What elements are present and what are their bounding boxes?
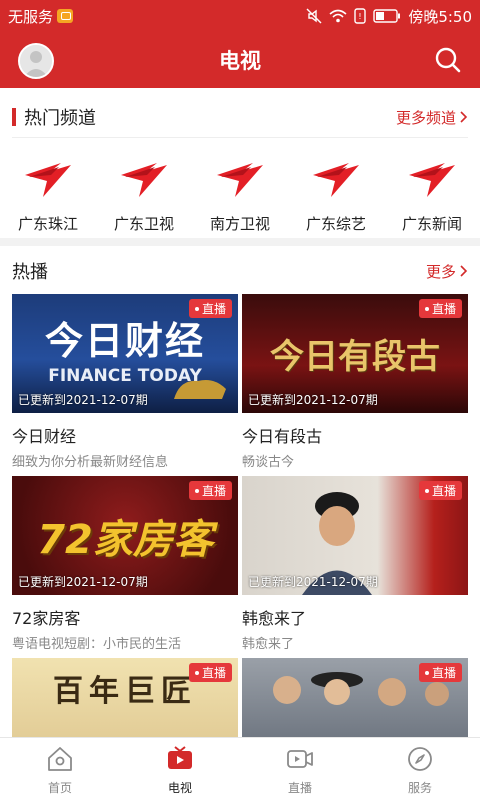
thumbnail-art-text: 今日财经 [44,318,205,363]
hd-icon [57,9,74,23]
channel-item[interactable]: 广东珠江 [0,143,96,235]
more-channels-label: 更多频道 [395,108,456,127]
program-grid: 今日财经 FINANCE TODAY 直播 已更新到2021-12-07期 今日… [12,294,468,800]
avatar[interactable] [18,43,54,79]
battery-icon [373,9,401,23]
nav-tv[interactable]: 电视 [120,738,240,800]
program-thumbnail: 今日财经 FINANCE TODAY 直播 已更新到2021-12-07期 [12,294,238,413]
channel-name: 广东新闻 [401,215,462,233]
channel-logo-icon [25,163,71,197]
program-card[interactable]: 72家房客 直播 已更新到2021-12-07期 72家房客 粤语电视短剧：小市… [12,476,238,658]
wifi-icon [329,9,347,23]
channel-name: 广东综艺 [305,215,366,233]
mute-icon [306,8,322,24]
nav-label: 直播 [287,781,312,795]
channel-item[interactable]: 广东综艺 [288,143,384,235]
hot-play-header: 热播 更多 [0,248,480,294]
compass-icon [408,747,432,771]
program-thumbnail: 直播 已更新到2021-12-07期 [242,476,468,595]
program-card[interactable]: 直播 已更新到2021-12-07期 韩愈来了 韩愈来了 [242,476,468,658]
app-header: 电视 [0,32,480,88]
channel-logo-icon [121,163,167,197]
bottom-nav: 首页 电视 直播 服务 [0,737,480,800]
nav-label: 电视 [167,781,192,795]
program-subtitle: 韩愈来了 [242,637,295,652]
program-subtitle: 细致为你分析最新财经信息 [12,455,169,470]
program-thumbnail: 72家房客 直播 已更新到2021-12-07期 [12,476,238,595]
update-label: 已更新到2021-12-07期 [248,575,378,589]
page-title: 电视 [219,49,261,73]
live-badge: 直播 [188,481,232,500]
svg-text:!: ! [359,12,362,21]
carrier-label: 无服务 [8,7,54,26]
bull-graphic-icon [174,380,226,399]
channel-logo-icon [313,163,359,197]
nav-live[interactable]: 直播 [240,738,360,800]
more-channels-link[interactable]: 更多频道 [396,107,468,128]
live-badge-label: 直播 [201,484,226,498]
hot-play-title: 热播 [12,262,48,283]
program-title: 72家房客 [12,609,81,628]
live-badge-label: 直播 [431,302,456,316]
channel-item[interactable]: 南方卫视 [192,143,288,235]
home-icon [48,747,72,771]
nav-home[interactable]: 首页 [0,738,120,800]
update-label: 已更新到2021-12-07期 [248,393,378,407]
tv-icon [168,746,192,769]
channel-item[interactable]: 广东卫视 [96,143,192,235]
thumbnail-art-text: 今日有段古 [270,337,440,377]
live-video-icon [287,750,313,768]
chevron-right-icon [460,111,468,123]
thumbnail-art-text: 72家房客 [37,516,213,563]
hot-channels-title: 热门频道 [24,108,96,129]
channel-name: 广东珠江 [17,215,78,233]
clock: 傍晚5:50 [408,7,472,26]
program-title: 今日有段古 [242,427,323,446]
live-badge: 直播 [418,299,462,318]
live-badge: 直播 [188,299,232,318]
search-icon [435,47,461,73]
channel-list: 广东珠江 广东卫视 南方卫视 广东综艺 广东新闻 [0,143,480,235]
program-card[interactable]: 今日有段古 直播 已更新到2021-12-07期 今日有段古 畅谈古今 [242,294,468,476]
status-bar: 无服务 ! 傍晚5:50 [0,0,480,32]
channel-name: 广东卫视 [113,215,174,233]
more-hot-label: 更多 [425,262,456,281]
nav-label: 首页 [47,781,72,795]
nav-label: 服务 [407,781,432,795]
live-badge: 直播 [418,481,462,500]
program-card[interactable]: 今日财经 FINANCE TODAY 直播 已更新到2021-12-07期 今日… [12,294,238,476]
live-badge-label: 直播 [431,666,456,680]
channel-item[interactable]: 广东新闻 [384,143,480,235]
program-thumbnail: 今日有段古 直播 已更新到2021-12-07期 [242,294,468,413]
channel-logo-icon [217,163,263,197]
program-title: 韩愈来了 [242,609,307,628]
more-hot-link[interactable]: 更多 [426,261,468,282]
program-subtitle: 畅谈古今 [242,455,295,470]
thumbnail-art-text: 百年巨匠 [53,674,197,709]
sim-icon: ! [354,8,367,24]
live-badge-label: 直播 [431,484,456,498]
search-button[interactable] [434,46,462,74]
channel-logo-icon [409,163,455,197]
section-accent-bar [12,108,16,126]
carrier-info: 无服务 [8,6,74,27]
avatar-placeholder-icon [20,45,52,77]
channel-name: 南方卫视 [209,215,270,233]
section-gap [0,238,480,246]
chevron-right-icon [460,265,468,277]
update-label: 已更新到2021-12-07期 [18,575,148,589]
live-badge-label: 直播 [201,302,226,316]
nav-service[interactable]: 服务 [360,738,480,800]
live-badge: 直播 [418,663,462,682]
update-label: 已更新到2021-12-07期 [18,393,148,407]
live-badge-label: 直播 [201,666,226,680]
section-divider [12,137,468,138]
program-subtitle: 粤语电视短剧：小市民的生活 [12,637,182,652]
live-badge: 直播 [188,663,232,682]
hot-channels-header: 热门频道 更多频道 [0,94,480,140]
program-title: 今日财经 [12,427,77,446]
